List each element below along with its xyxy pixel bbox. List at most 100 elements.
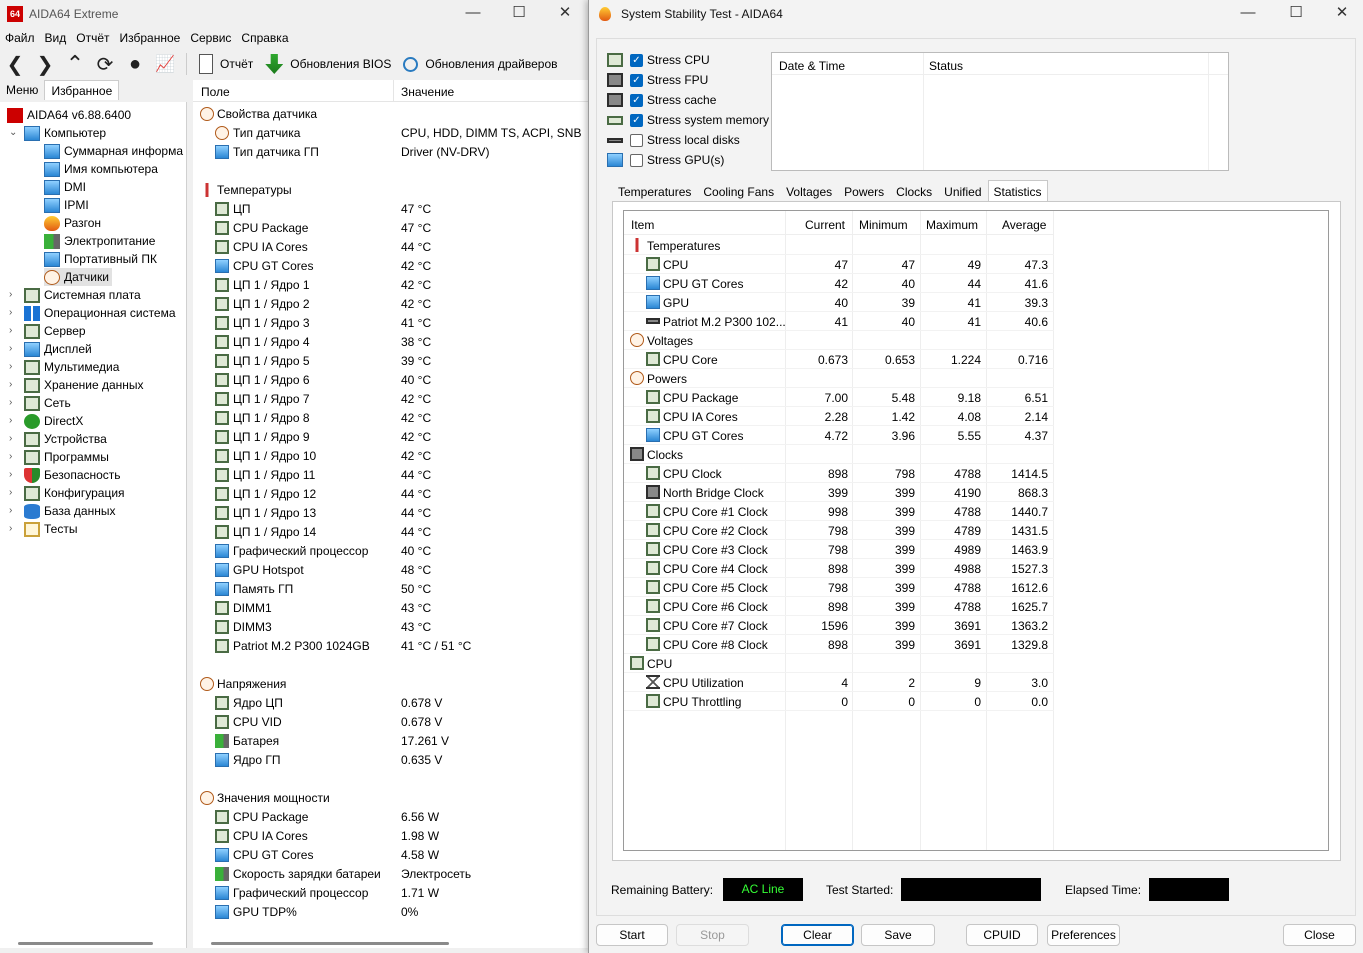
list-row[interactable]: Графический процессор 1.71 W (193, 884, 588, 903)
list-row[interactable]: Patriot M.2 P300 1024GB 41 °C / 51 °C (193, 637, 588, 656)
list-row[interactable]: ЦП 1 / Ядро 5 39 °C (193, 352, 588, 371)
tree-item[interactable]: IPMI (44, 196, 89, 214)
list-row[interactable]: ЦП 1 / Ядро 12 44 °C (193, 485, 588, 504)
list-group-header[interactable]: Значения мощности (193, 789, 588, 808)
forward-button[interactable]: ❯ (30, 50, 60, 78)
stress-option-checkbox[interactable]: Stress GPU(s) (630, 152, 724, 168)
tab-clocks[interactable]: Clocks (890, 180, 938, 202)
preferences-button[interactable]: Preferences (1047, 924, 1120, 946)
maximize-button[interactable]: ☐ (496, 0, 542, 28)
menu-item[interactable]: Вид (40, 28, 72, 48)
statistics-row[interactable]: CPU IA Cores 2.28 1.42 4.08 2.14 (624, 407, 1054, 426)
bios-updates-button[interactable]: Обновления BIOS (259, 50, 397, 78)
tree-item[interactable]: DMI (44, 178, 86, 196)
statistics-row[interactable]: CPU GT Cores 42 40 44 41.6 (624, 274, 1054, 293)
tab-menu[interactable]: Меню (0, 80, 44, 100)
menu-item[interactable]: Справка (236, 28, 293, 48)
checkmark-icon[interactable]: ✓ (630, 73, 643, 87)
column-status[interactable]: Status (929, 59, 963, 73)
close-button[interactable]: Close (1283, 924, 1356, 946)
tab-temperatures[interactable]: Temperatures (612, 180, 697, 202)
tree-item[interactable]: Портативный ПК (44, 250, 157, 268)
refresh-button[interactable]: ⟳ (90, 50, 120, 78)
list-group-header[interactable]: Свойства датчика (193, 105, 588, 124)
column-maximum[interactable]: Maximum (926, 218, 978, 232)
list-row[interactable]: Память ГП 50 °C (193, 580, 588, 599)
statistics-row[interactable]: Patriot M.2 P300 102... 41 40 41 40.6 (624, 312, 1054, 331)
list-row[interactable]: Графический процессор 40 °C (193, 542, 588, 561)
tree-item[interactable]: Операционная система (24, 304, 176, 322)
tree-item[interactable]: Системная плата (24, 286, 141, 304)
list-row[interactable]: CPU Package 6.56 W (193, 808, 588, 827)
chevron-right-icon[interactable]: › (9, 466, 19, 484)
chevron-right-icon[interactable]: › (9, 394, 19, 412)
user-button[interactable]: ● (120, 50, 150, 78)
tree-item[interactable]: Сеть (24, 394, 71, 412)
statistics-row[interactable]: CPU Core #6 Clock 898 399 4788 1625.7 (624, 597, 1054, 616)
statistics-group-header[interactable]: Temperatures (624, 236, 1054, 255)
list-group-header[interactable]: Напряжения (193, 675, 588, 694)
statistics-row[interactable]: CPU Clock 898 798 4788 1414.5 (624, 464, 1054, 483)
chevron-right-icon[interactable]: › (9, 304, 19, 322)
list-row[interactable]: Тип датчика CPU, HDD, DIMM TS, ACPI, SNB (193, 124, 588, 143)
chevron-right-icon[interactable]: › (9, 448, 19, 466)
list-group-header[interactable]: Температуры (193, 181, 588, 200)
close-window-button[interactable]: ✕ (542, 0, 588, 28)
chevron-right-icon[interactable]: › (9, 358, 19, 376)
statistics-row[interactable]: North Bridge Clock 399 399 4190 868.3 (624, 483, 1054, 502)
statistics-row[interactable]: CPU Package 7.00 5.48 9.18 6.51 (624, 388, 1054, 407)
chevron-right-icon[interactable]: › (9, 520, 19, 538)
chevron-right-icon[interactable]: › (9, 322, 19, 340)
column-value[interactable]: Значение (401, 85, 454, 99)
chevron-right-icon[interactable]: › (9, 376, 19, 394)
save-button[interactable]: Save (861, 924, 935, 946)
chevron-down-icon[interactable]: ⌄ (9, 124, 19, 142)
list-horizontal-scrollbar[interactable] (211, 942, 449, 945)
tree-item[interactable]: Хранение данных (24, 376, 144, 394)
chevron-right-icon[interactable]: › (9, 502, 19, 520)
tab-powers[interactable]: Powers (838, 180, 890, 202)
tree-item[interactable]: Разгон (44, 214, 101, 232)
checkbox-empty-icon[interactable] (630, 133, 643, 147)
tree-item[interactable]: Датчики (44, 268, 112, 286)
tree-item[interactable]: DirectX (24, 412, 83, 430)
tree-item[interactable]: База данных (24, 502, 115, 520)
tree-item[interactable]: Сервер (24, 322, 86, 340)
list-row[interactable]: CPU VID 0.678 V (193, 713, 588, 732)
statistics-row[interactable]: CPU Core #5 Clock 798 399 4788 1612.6 (624, 578, 1054, 597)
column-field[interactable]: Поле (201, 85, 230, 99)
checkbox-empty-icon[interactable] (630, 153, 643, 167)
tree-item[interactable]: AIDA64 v6.88.6400 (7, 106, 131, 124)
report-button[interactable]: Отчёт (193, 50, 259, 78)
tree-item[interactable]: Конфигурация (24, 484, 125, 502)
tab-unified[interactable]: Unified (938, 180, 987, 202)
list-row[interactable]: GPU Hotspot 48 °C (193, 561, 588, 580)
menu-item[interactable]: Сервис (185, 28, 236, 48)
list-row[interactable]: ЦП 1 / Ядро 7 42 °C (193, 390, 588, 409)
minimize-button[interactable]: — (450, 0, 496, 28)
tab-favorites[interactable]: Избранное (44, 80, 120, 100)
statistics-row[interactable]: CPU Throttling 0 0 0 0.0 (624, 692, 1054, 711)
tree-item[interactable]: Компьютер (24, 124, 106, 142)
list-row[interactable]: CPU IA Cores 44 °C (193, 238, 588, 257)
tree-item[interactable]: Мультимедиа (24, 358, 119, 376)
list-row[interactable]: ЦП 1 / Ядро 1 42 °C (193, 276, 588, 295)
stability-maximize-button[interactable]: ☐ (1273, 0, 1319, 28)
tree-item[interactable]: Имя компьютера (44, 160, 158, 178)
list-row[interactable]: ЦП 1 / Ядро 14 44 °C (193, 523, 588, 542)
tree-item[interactable]: Программы (24, 448, 109, 466)
statistics-row[interactable]: CPU 47 47 49 47.3 (624, 255, 1054, 274)
chevron-right-icon[interactable]: › (9, 484, 19, 502)
stress-option-checkbox[interactable]: ✓ Stress FPU (630, 72, 708, 88)
tree-item[interactable]: Безопасность (24, 466, 121, 484)
chevron-right-icon[interactable]: › (9, 430, 19, 448)
tree-item[interactable]: Дисплей (24, 340, 92, 358)
stress-option-checkbox[interactable]: ✓ Stress cache (630, 92, 716, 108)
list-row[interactable]: ЦП 1 / Ядро 11 44 °C (193, 466, 588, 485)
column-minimum[interactable]: Minimum (859, 218, 908, 232)
list-row[interactable]: ЦП 1 / Ядро 13 44 °C (193, 504, 588, 523)
chevron-right-icon[interactable]: › (9, 412, 19, 430)
statistics-row[interactable]: CPU GT Cores 4.72 3.96 5.55 4.37 (624, 426, 1054, 445)
list-row[interactable]: ЦП 47 °C (193, 200, 588, 219)
checkmark-icon[interactable]: ✓ (630, 113, 643, 127)
